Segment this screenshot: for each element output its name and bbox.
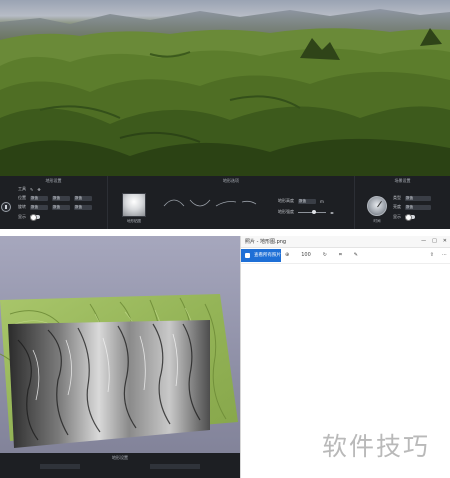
- photo-viewer-toolbar: 查看所有照片 ⊕ 100 ↻ ⌗ ✎ ⇪ ⋯: [241, 248, 450, 264]
- brightness-label: 亮度: [393, 204, 401, 209]
- minimize-button[interactable]: —: [421, 238, 426, 244]
- edit-icon[interactable]: ✎: [354, 252, 358, 258]
- material-section-title: 地形设置: [45, 178, 62, 183]
- height-param-label: 地形高度: [278, 198, 294, 203]
- tool-row: 工具 ✎ ✥: [18, 186, 41, 192]
- terrain-section-title: 地形选项: [223, 178, 239, 183]
- scene-display-toggle[interactable]: [405, 214, 415, 221]
- heightmap-preview-label: 地形贴图: [127, 219, 141, 223]
- terrain-viewport[interactable]: [0, 0, 450, 176]
- view-all-photos-button[interactable]: 查看所有照片: [241, 249, 281, 262]
- rotation-y-field[interactable]: 数值: [52, 204, 70, 210]
- photos-icon: [245, 253, 250, 258]
- maximize-button[interactable]: □: [432, 238, 437, 244]
- heightmap-image: [8, 320, 210, 448]
- height-param-field[interactable]: 数值: [298, 198, 316, 204]
- brush-icon[interactable]: ✎: [30, 187, 33, 192]
- scene-section: 场景设置 时间 类型 数值 亮度 数值 显示: [355, 176, 450, 229]
- photo-viewer-right-tools: ⇪ ⋯: [430, 252, 447, 258]
- time-dial-label: 时间: [373, 219, 381, 223]
- screenshot-collage: 地形设置 工具 ✎ ✥ 位置 数值 数值 数值 旋转 数值 数值 数值 显示 地…: [0, 0, 450, 478]
- position-x-field[interactable]: 数值: [30, 195, 48, 201]
- scene-type-label: 类型: [393, 195, 401, 200]
- height-param-unit: m: [320, 198, 324, 204]
- move-icon[interactable]: ✥: [37, 187, 40, 192]
- position-y-field[interactable]: 数值: [52, 195, 70, 201]
- watermark-text: 软件技巧: [322, 432, 431, 461]
- rotation-z-field[interactable]: 数值: [74, 204, 92, 210]
- scene-type-row: 类型 数值: [393, 195, 431, 201]
- rotation-x-field[interactable]: 数值: [30, 204, 48, 210]
- crop-icon[interactable]: ⌗: [339, 252, 342, 258]
- terrain-editor: 地形设置 工具 ✎ ✥ 位置 数值 数值 数值 旋转 数值 数值 数值 显示 地…: [0, 0, 450, 229]
- relief-toolbar-title: 地形设置: [112, 455, 128, 460]
- watermark: 软件技巧: [316, 410, 450, 478]
- window-controls: — □ ✕: [421, 238, 447, 244]
- close-button[interactable]: ✕: [443, 238, 447, 244]
- time-dial[interactable]: [367, 196, 387, 216]
- view-all-photos-label: 查看所有照片: [254, 253, 281, 258]
- heightmap-preview[interactable]: [122, 193, 146, 217]
- brightness-field[interactable]: 数值: [405, 204, 431, 210]
- power-button[interactable]: [1, 202, 11, 212]
- scene-section-title: 场景设置: [394, 178, 411, 183]
- relief-toolbar-field-2[interactable]: [150, 464, 200, 469]
- more-icon[interactable]: ⋯: [442, 252, 447, 258]
- falloff-curve-presets[interactable]: [162, 196, 258, 210]
- brightness-row: 亮度 数值: [393, 204, 431, 210]
- zoom-icon[interactable]: ⊕: [285, 252, 289, 258]
- strength-slider[interactable]: [298, 209, 326, 214]
- terrain-render: [0, 9, 450, 176]
- photo-viewer-title: 照片 - 地形图.png: [245, 239, 287, 245]
- terrain-section: 地形选项 地形贴图 地形高度 数值 m 地形强度 ◂▸: [108, 176, 355, 229]
- height-param-row: 地形高度 数值 m: [278, 198, 324, 204]
- rotation-row: 旋转 数值 数值 数值: [18, 204, 92, 210]
- relief-toolbar-field[interactable]: [40, 464, 80, 469]
- strength-param-row: 地形强度 ◂▸: [278, 209, 334, 215]
- display-label: 显示: [18, 214, 26, 219]
- position-row: 位置 数值 数值 数值: [18, 195, 92, 201]
- display-toggle[interactable]: [30, 214, 40, 221]
- share-icon[interactable]: ⇪: [430, 252, 434, 258]
- editor-toolbar: 地形设置 工具 ✎ ✥ 位置 数值 数值 数值 旋转 数值 数值 数值 显示 地…: [0, 176, 450, 229]
- scene-type-select[interactable]: 数值: [405, 195, 431, 201]
- relief-toolbar: 地形设置: [0, 453, 240, 478]
- display-row: 显示: [18, 214, 40, 221]
- rotation-label: 旋转: [18, 204, 26, 209]
- photo-viewer-titlebar: 照片 - 地形图.png — □ ✕: [241, 236, 450, 248]
- scene-display-label: 显示: [393, 214, 401, 219]
- material-section: 地形设置 工具 ✎ ✥ 位置 数值 数值 数值 旋转 数值 数值 数值 显示: [0, 176, 108, 229]
- position-label: 位置: [18, 195, 26, 200]
- slider-step-icon[interactable]: ◂▸: [330, 210, 334, 215]
- position-z-field[interactable]: 数值: [74, 195, 92, 201]
- rotate-icon[interactable]: ↻: [323, 252, 327, 258]
- zoom-level: 100: [301, 252, 311, 258]
- strength-param-label: 地形强度: [278, 209, 294, 214]
- tool-label: 工具: [18, 186, 26, 191]
- scene-display-row: 显示: [393, 214, 415, 221]
- photo-viewer-tools: ⊕ 100 ↻ ⌗ ✎: [285, 252, 358, 258]
